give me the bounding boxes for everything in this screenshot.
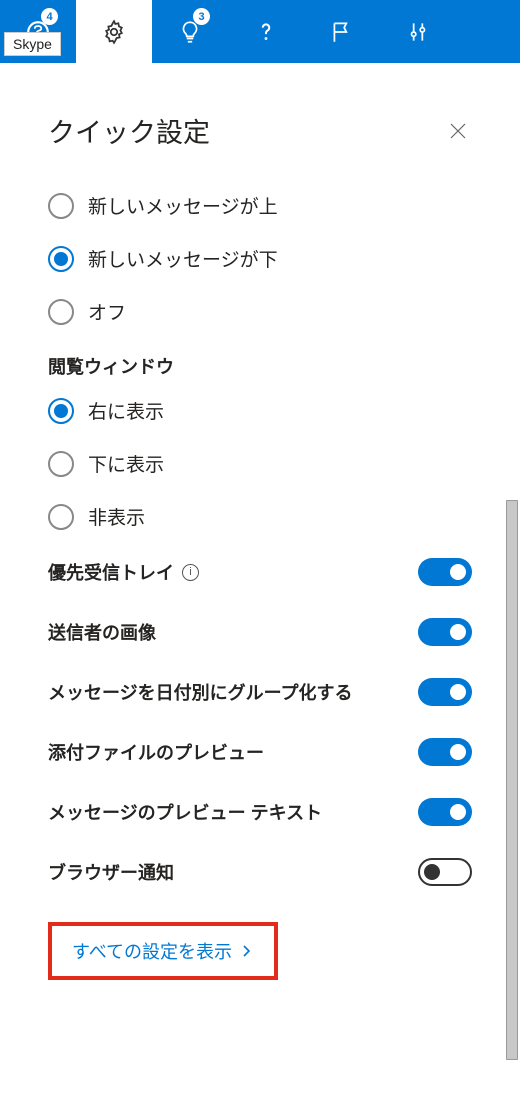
radio-icon <box>48 451 74 477</box>
radio-label: 右に表示 <box>88 397 164 424</box>
radio-pane-hidden[interactable]: 非表示 <box>48 503 472 530</box>
quick-settings-panel: クイック設定 新しいメッセージが上 新しいメッセージが下 オフ 閲覧ウィンドウ … <box>0 63 520 980</box>
toggle-attachment-preview[interactable] <box>418 738 472 766</box>
info-icon[interactable]: i <box>182 564 199 581</box>
radio-icon <box>48 504 74 530</box>
panel-header: クイック設定 <box>48 111 472 150</box>
radio-icon <box>48 246 74 272</box>
feedback-button[interactable] <box>304 0 380 63</box>
radio-icon <box>48 299 74 325</box>
radio-label: 新しいメッセージが上 <box>88 192 278 219</box>
radio-newest-bottom[interactable]: 新しいメッセージが下 <box>48 245 472 272</box>
toggle-browser-notifications[interactable] <box>418 858 472 886</box>
skype-badge: 4 <box>41 8 58 25</box>
customize-button[interactable] <box>380 0 456 63</box>
skype-button[interactable]: 4 Skype <box>0 0 76 63</box>
radio-label: オフ <box>88 298 126 325</box>
toggle-label: メッセージを日付別にグループ化する <box>48 679 353 705</box>
reading-pane-heading: 閲覧ウィンドウ <box>48 353 472 379</box>
radio-newest-top[interactable]: 新しいメッセージが上 <box>48 192 472 219</box>
toggle-label: 送信者の画像 <box>48 619 156 645</box>
app-toolbar: 4 Skype 3 <box>0 0 520 63</box>
radio-icon <box>48 398 74 424</box>
close-icon <box>448 121 468 141</box>
skype-tooltip: Skype <box>4 32 61 56</box>
scrollbar-thumb[interactable] <box>506 500 518 1060</box>
settings-button[interactable] <box>76 0 152 63</box>
panel-title: クイック設定 <box>48 111 210 150</box>
radio-label: 新しいメッセージが下 <box>88 245 278 272</box>
row-browser-notifications: ブラウザー通知 <box>48 858 472 886</box>
chevron-right-icon <box>240 944 254 958</box>
radio-label: 非表示 <box>88 503 145 530</box>
message-order-group: 新しいメッセージが上 新しいメッセージが下 オフ <box>48 192 472 325</box>
help-button[interactable] <box>228 0 304 63</box>
toggle-label: ブラウザー通知 <box>48 859 174 885</box>
tips-badge: 3 <box>193 8 210 25</box>
label-text: 優先受信トレイ <box>48 559 174 585</box>
radio-label: 下に表示 <box>88 450 164 477</box>
radio-icon <box>48 193 74 219</box>
toggle-message-preview[interactable] <box>418 798 472 826</box>
radio-pane-bottom[interactable]: 下に表示 <box>48 450 472 477</box>
toggle-focused-inbox[interactable] <box>418 558 472 586</box>
row-attachment-preview: 添付ファイルのプレビュー <box>48 738 472 766</box>
tips-button[interactable]: 3 <box>152 0 228 63</box>
radio-pane-right[interactable]: 右に表示 <box>48 397 472 424</box>
reading-pane-group: 右に表示 下に表示 非表示 <box>48 397 472 530</box>
close-button[interactable] <box>444 117 472 145</box>
toggle-sender-image[interactable] <box>418 618 472 646</box>
toggle-label: 優先受信トレイ i <box>48 559 199 585</box>
radio-off[interactable]: オフ <box>48 298 472 325</box>
row-group-by-date: メッセージを日付別にグループ化する <box>48 678 472 706</box>
row-message-preview: メッセージのプレビュー テキスト <box>48 798 472 826</box>
toggle-group-by-date[interactable] <box>418 678 472 706</box>
view-all-settings-link[interactable]: すべての設定を表示 <box>48 922 278 980</box>
toggle-label: メッセージのプレビュー テキスト <box>48 799 322 825</box>
toggle-label: 添付ファイルのプレビュー <box>48 739 264 765</box>
row-focused-inbox: 優先受信トレイ i <box>48 558 472 586</box>
link-text: すべての設定を表示 <box>72 938 232 964</box>
row-sender-image: 送信者の画像 <box>48 618 472 646</box>
